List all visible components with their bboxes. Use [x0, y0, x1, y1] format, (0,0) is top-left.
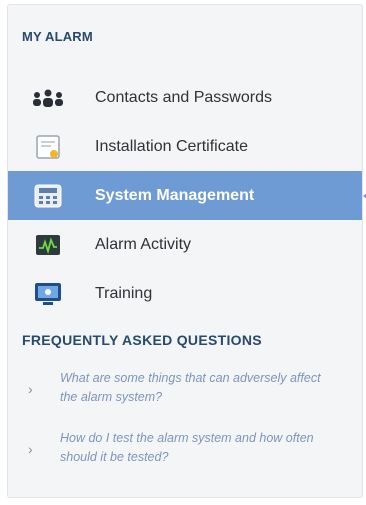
my-alarm-heading: MY ALARM: [22, 29, 93, 44]
menu-item-training[interactable]: Training: [8, 269, 362, 318]
menu-item-label: Installation Certificate: [95, 137, 248, 155]
menu-item-label: Alarm Activity: [95, 235, 192, 253]
faq-question-link[interactable]: What are some things that can adversely …: [60, 369, 330, 423]
menu-item-label: Contacts and Passwords: [95, 88, 272, 106]
menu-item-contacts-and-passwords[interactable]: Contacts and Passwords: [8, 73, 362, 122]
chevron-right-icon: ›: [28, 381, 33, 397]
people-icon: [31, 83, 65, 113]
menu-item-system-management[interactable]: System Management: [8, 171, 366, 220]
certificate-icon: [31, 132, 65, 162]
faq-item[interactable]: › How do I test the alarm system and how…: [8, 429, 362, 483]
faq-item[interactable]: › What are some things that can adversel…: [8, 369, 362, 423]
sidebar-panel: MY ALARM Contacts and Passwords Installa…: [7, 4, 366, 498]
faq-question-link[interactable]: How do I test the alarm system and how o…: [60, 429, 330, 483]
faq-list: › What are some things that can adversel…: [8, 369, 362, 489]
alarm-menu: Contacts and Passwords Installation Cert…: [8, 73, 366, 318]
keypad-icon: [31, 181, 65, 211]
menu-item-label: System Management: [95, 186, 255, 204]
activity-monitor-icon: [31, 230, 65, 260]
training-screen-icon: [31, 279, 65, 309]
menu-item-installation-certificate[interactable]: Installation Certificate: [8, 122, 362, 171]
menu-item-alarm-activity[interactable]: Alarm Activity: [8, 220, 362, 269]
faq-heading: FREQUENTLY ASKED QUESTIONS: [22, 332, 262, 348]
menu-item-label: Training: [95, 284, 153, 302]
chevron-right-icon: ›: [28, 441, 33, 457]
